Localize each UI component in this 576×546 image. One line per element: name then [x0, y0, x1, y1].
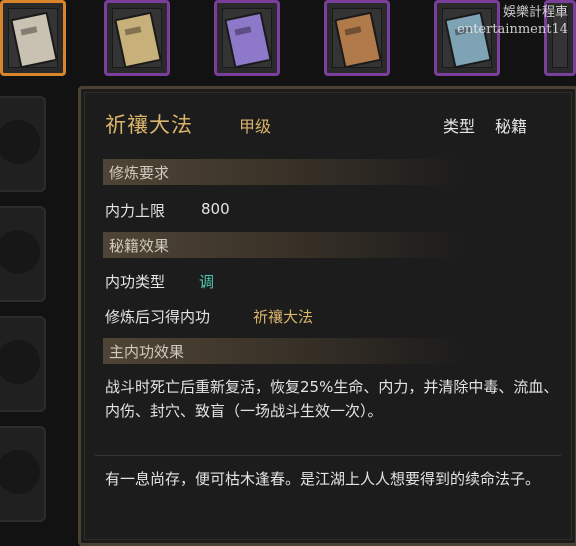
section-header-main-effect: 主内功效果 [103, 338, 463, 364]
item-type-value: 秘籍 [495, 117, 528, 136]
main-effect-text: 战斗时死亡后重新复活，恢复25%生命、内力，并清除中毒、流血、内伤、封穴、致盲（… [105, 378, 559, 420]
divider [95, 455, 561, 456]
side-slot-1[interactable] [0, 96, 46, 192]
inventory-slot-1[interactable] [0, 0, 66, 76]
watermark-line1: 娛樂計程車 [502, 5, 568, 20]
item-grade: 甲级 [239, 117, 272, 136]
learn-label: 修炼后习得内功 [105, 308, 211, 326]
req-stat-label: 内力上限 [105, 202, 166, 220]
internal-type-label: 内功类型 [105, 273, 166, 291]
flavor-text: 有一息尚存，便可枯木逢春。是江湖上人人想要得到的续命法子。 [105, 470, 541, 488]
side-slot-4[interactable] [0, 426, 46, 522]
section-header-requirements: 修炼要求 [103, 159, 463, 185]
inventory-slot-3[interactable] [214, 0, 280, 76]
section-header-effects: 秘籍效果 [103, 232, 463, 258]
req-stat-value: 800 [201, 200, 230, 218]
item-tooltip: 祈禳大法 甲级 类型 秘籍 修炼要求 内力上限 800 秘籍效果 内功类型 调 … [78, 86, 576, 546]
watermark: 娛樂計程車 entertainment14 [457, 4, 568, 38]
side-slot-2[interactable] [0, 206, 46, 302]
item-type-label: 类型 [443, 117, 476, 136]
internal-type-value: 调 [199, 273, 215, 291]
watermark-line2: entertainment14 [457, 22, 568, 37]
item-title: 祈禳大法 [105, 113, 193, 137]
side-slot-3[interactable] [0, 316, 46, 412]
inventory-slot-2[interactable] [104, 0, 170, 76]
inventory-slot-4[interactable] [324, 0, 390, 76]
learn-value: 祈禳大法 [253, 308, 314, 326]
